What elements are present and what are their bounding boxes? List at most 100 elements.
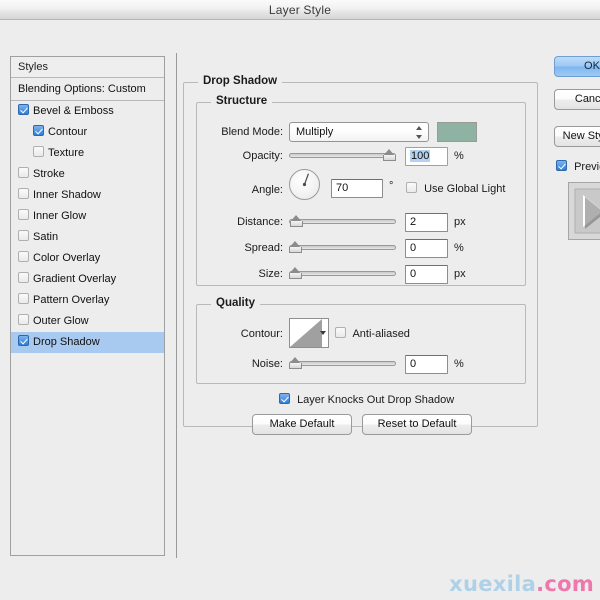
window-title: Layer Style — [268, 3, 332, 17]
anti-aliased-check-box-icon[interactable] — [335, 327, 346, 338]
effect-row[interactable]: Pattern Overlay — [11, 290, 164, 311]
effect-label: Gradient Overlay — [33, 273, 117, 285]
make-default-button[interactable]: Make Default — [252, 414, 352, 435]
noise-slider-track[interactable] — [289, 361, 396, 366]
effect-check-box-icon[interactable] — [18, 209, 29, 221]
opacity-input[interactable]: 100 — [405, 147, 448, 166]
contour-dropdown-arrow-icon[interactable] — [320, 331, 326, 335]
effect-row[interactable]: Texture — [11, 143, 164, 164]
noise-slider-thumb[interactable] — [289, 357, 302, 369]
effect-row[interactable]: Drop Shadow — [11, 332, 164, 353]
size-slider-track[interactable] — [289, 271, 396, 276]
cancel-button[interactable]: Cancel — [554, 89, 600, 110]
spread-unit: % — [454, 242, 464, 254]
effect-check-box-icon[interactable] — [18, 230, 29, 242]
size-input[interactable]: 0 — [405, 265, 448, 284]
stepper-arrows-icon[interactable] — [416, 126, 423, 139]
distance-input[interactable]: 2 — [405, 213, 448, 232]
contour-label: Contour: — [240, 328, 283, 340]
effect-check-box-icon[interactable] — [18, 272, 29, 284]
angle-dial-needle-icon — [302, 173, 309, 187]
effect-check-box-icon[interactable] — [18, 167, 29, 179]
spread-slider-track[interactable] — [289, 245, 396, 250]
spread-slider[interactable] — [289, 240, 396, 254]
layer-knocks-out-label: Layer Knocks Out Drop Shadow — [297, 394, 455, 406]
watermark-tld: .com — [536, 572, 594, 596]
quality-group-title: Quality — [211, 297, 260, 309]
panel-divider — [176, 53, 177, 558]
shadow-color-swatch[interactable] — [437, 122, 477, 142]
effect-row[interactable]: Outer Glow — [11, 311, 164, 332]
quality-group: Quality — [196, 297, 526, 384]
distance-slider-thumb[interactable] — [289, 215, 303, 227]
opacity-slider-track[interactable] — [289, 153, 396, 158]
size-slider-thumb[interactable] — [289, 267, 302, 279]
noise-value: 0 — [410, 358, 417, 370]
opacity-slider-thumb[interactable] — [383, 149, 396, 161]
blend-mode-value: Multiply — [296, 126, 334, 138]
effect-label: Color Overlay — [33, 252, 101, 264]
spread-slider-thumb[interactable] — [289, 241, 302, 253]
preview-checkbox[interactable]: Preview — [556, 160, 600, 173]
effect-row[interactable]: Inner Glow — [11, 206, 164, 227]
effect-row[interactable]: Satin — [11, 227, 164, 248]
distance-unit: px — [454, 216, 466, 228]
noise-unit: % — [454, 358, 464, 370]
preview-check-box-icon[interactable] — [556, 160, 567, 171]
anti-aliased-label: Anti-aliased — [352, 328, 410, 340]
effect-check-box-icon[interactable] — [18, 251, 29, 263]
noise-slider[interactable] — [289, 356, 396, 370]
opacity-slider[interactable] — [289, 148, 396, 162]
blend-mode-select[interactable]: Multiply — [289, 122, 429, 142]
watermark-name: xuexila — [449, 572, 537, 596]
effect-check-box-icon[interactable] — [18, 293, 29, 305]
effect-label: Texture — [48, 147, 85, 159]
angle-label: Angle: — [251, 184, 283, 196]
effect-row[interactable]: Gradient Overlay — [11, 269, 164, 290]
size-value: 0 — [410, 268, 417, 280]
spread-value: 0 — [410, 242, 417, 254]
effect-label: Bevel & Emboss — [33, 105, 114, 117]
blending-options-row[interactable]: Blending Options: Custom — [11, 78, 164, 101]
drop-shadow-group-title: Drop Shadow — [198, 75, 283, 87]
contour-preset-picker[interactable] — [289, 318, 329, 348]
ok-button[interactable]: OK — [554, 56, 600, 77]
window-titlebar[interactable]: Layer Style — [0, 0, 600, 20]
effect-label: Outer Glow — [33, 315, 89, 327]
effect-check-box-icon[interactable] — [18, 314, 29, 326]
effect-check-box-icon[interactable] — [18, 188, 29, 200]
effect-list: Bevel & Emboss Contour Texture Stroke Inner … — [11, 101, 164, 353]
spread-input[interactable]: 0 — [405, 239, 448, 258]
size-slider[interactable] — [289, 266, 396, 280]
styles-header: Styles — [11, 57, 164, 78]
layer-style-dialog: Layer Style Styles Blending Options: Cus… — [0, 0, 600, 600]
effect-row[interactable]: Bevel & Emboss — [11, 101, 164, 122]
effect-row[interactable]: Inner Shadow — [11, 185, 164, 206]
effect-check-box-icon[interactable] — [33, 125, 44, 137]
angle-value: 70 — [336, 182, 349, 194]
noise-label: Noise: — [251, 358, 283, 370]
effect-check-box-icon[interactable] — [18, 104, 29, 116]
layer-knocks-out-check-box-icon[interactable] — [279, 393, 290, 404]
use-global-light-checkbox[interactable]: Use Global Light — [406, 182, 505, 195]
use-global-light-check-box-icon[interactable] — [406, 182, 417, 193]
distance-slider-track[interactable] — [289, 219, 396, 224]
angle-input[interactable]: 70 — [331, 179, 383, 198]
distance-label: Distance: — [237, 216, 283, 228]
anti-aliased-checkbox[interactable]: Anti-aliased — [335, 327, 410, 340]
reset-to-default-button[interactable]: Reset to Default — [362, 414, 472, 435]
structure-group-title: Structure — [211, 95, 273, 107]
styles-list-panel[interactable]: Styles Blending Options: Custom Bevel & … — [10, 56, 165, 556]
layer-knocks-out-checkbox[interactable]: Layer Knocks Out Drop Shadow — [279, 393, 454, 406]
distance-slider[interactable] — [289, 214, 396, 228]
drop-shadow-panel: Drop Shadow Structure Quality Blend Mode… — [183, 56, 538, 556]
new-style-button[interactable]: New Style... — [554, 126, 600, 147]
effect-check-box-icon[interactable] — [18, 335, 29, 347]
effect-check-box-icon[interactable] — [33, 146, 44, 158]
opacity-value: 100 — [410, 150, 431, 162]
noise-input[interactable]: 0 — [405, 355, 448, 374]
angle-dial[interactable] — [289, 169, 320, 200]
effect-row[interactable]: Stroke — [11, 164, 164, 185]
effect-row[interactable]: Contour — [11, 122, 164, 143]
effect-row[interactable]: Color Overlay — [11, 248, 164, 269]
